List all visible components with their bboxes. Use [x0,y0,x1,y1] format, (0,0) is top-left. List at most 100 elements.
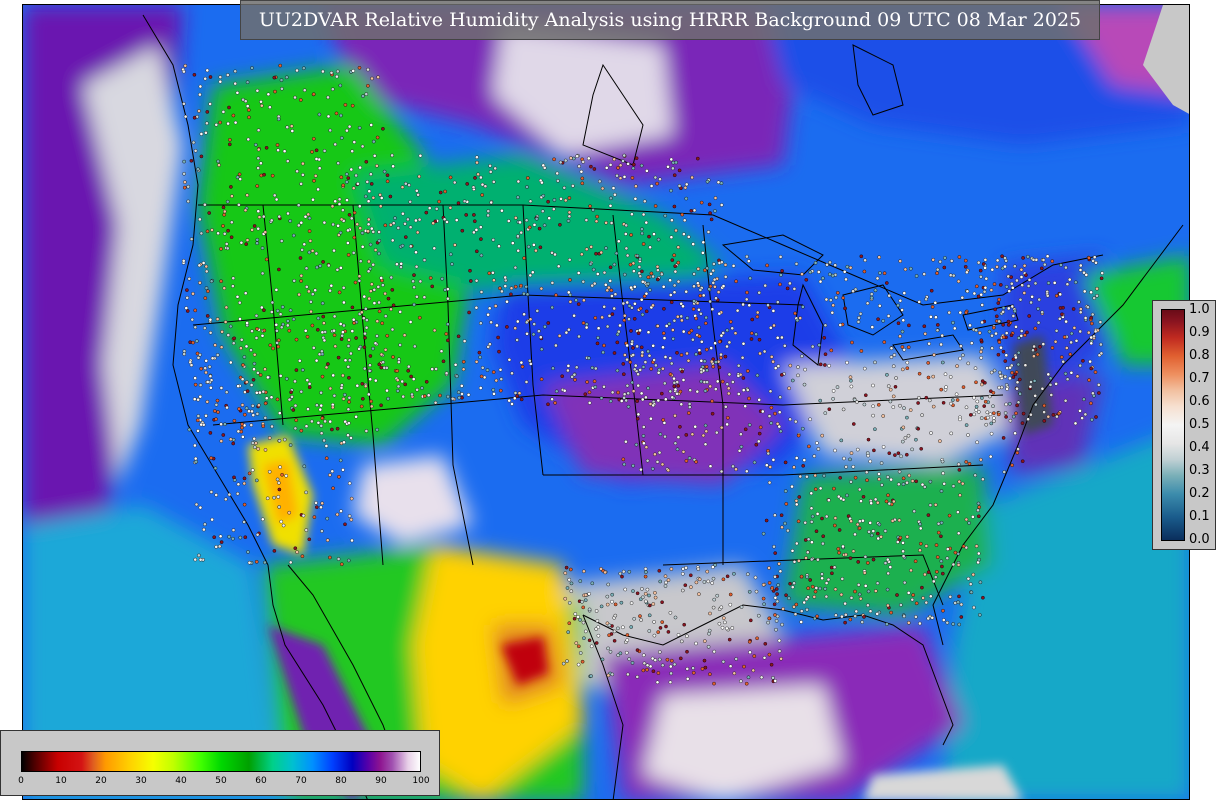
observation-station-marker [263,416,268,420]
observation-station-marker [557,334,562,338]
observation-station-marker [685,351,689,356]
observation-station-marker [743,427,748,432]
observation-station-marker [231,528,236,532]
observation-station-marker [978,580,983,585]
observation-station-marker [687,456,692,460]
observation-station-marker [701,433,706,438]
observation-station-marker [838,475,843,480]
observation-station-marker [859,499,863,503]
observation-station-marker [877,477,881,482]
observation-station-marker [621,301,626,306]
observation-station-marker [679,314,684,319]
observation-station-marker [322,149,327,153]
observation-station-marker [639,391,644,396]
observation-station-marker [951,273,956,278]
observation-station-marker [399,265,403,269]
observation-colorbar-gradient [1161,309,1185,541]
observation-station-marker [809,491,814,496]
observation-station-marker [758,351,762,356]
observation-station-marker [687,411,691,415]
observation-station-marker [955,398,960,402]
observation-station-marker [422,258,427,262]
observation-station-marker [817,343,822,347]
observation-station-marker [719,605,724,610]
observation-station-marker [584,218,589,222]
observation-station-marker [805,607,809,612]
observation-station-marker [737,448,742,453]
observation-station-marker [415,294,419,299]
observation-station-marker [1068,352,1073,357]
observation-station-marker [910,447,914,452]
observation-station-marker [882,271,887,276]
observation-station-marker [898,334,902,339]
observation-station-marker [851,464,856,469]
observation-station-marker [812,454,817,458]
observation-station-marker [839,438,844,443]
observation-station-marker [526,244,531,249]
observation-station-marker [1099,351,1104,356]
observation-station-marker [221,433,226,437]
observation-station-marker [627,570,632,574]
observation-station-marker [807,444,811,449]
rh-tick-label: 30 [135,776,147,786]
observation-station-marker [334,111,339,116]
observation-station-marker [666,578,671,582]
observation-station-marker [958,417,962,422]
observation-station-marker [981,262,986,266]
observation-station-marker [546,321,551,325]
observation-station-marker [758,425,763,430]
observation-station-marker [289,124,294,128]
observation-station-marker [243,535,248,540]
observation-station-marker [669,157,674,162]
observation-station-marker [343,358,348,363]
observation-station-marker [870,533,874,538]
observation-station-marker [856,320,861,324]
observation-station-marker [497,349,501,354]
observation-station-marker [488,163,492,168]
observation-station-marker [651,274,655,279]
observation-station-marker [1033,326,1038,331]
observation-station-marker [576,271,581,275]
observation-station-marker [299,273,304,278]
observation-station-marker [713,341,717,346]
observation-station-marker [590,581,595,586]
observation-station-marker [471,185,476,190]
observation-station-marker [725,344,729,349]
observation-station-marker [1014,355,1018,360]
observation-station-marker [1041,258,1046,262]
observation-station-marker [926,570,931,575]
observation-station-marker [585,380,589,384]
observation-station-marker [768,389,773,394]
observation-station-marker [888,565,893,569]
observation-station-marker [578,651,583,655]
observation-station-marker [355,383,360,388]
observation-station-marker [838,323,843,327]
observation-station-marker [992,411,996,416]
observation-station-marker [721,659,726,664]
observation-station-marker [644,220,649,225]
observation-station-marker [790,549,795,553]
observation-station-marker [777,638,782,643]
observation-station-marker [741,302,745,307]
observation-station-marker [252,445,257,450]
observation-station-marker [341,468,345,472]
observation-station-marker [885,372,889,377]
observation-station-marker [328,386,333,391]
observation-station-marker [263,448,268,452]
observation-station-marker [657,657,662,662]
observation-station-marker [464,213,469,217]
observation-station-marker [640,269,644,274]
observation-station-marker [1025,330,1029,335]
observation-station-marker [1020,459,1025,464]
observation-station-marker [532,223,537,227]
observation-station-marker [716,290,721,294]
observation-station-marker [745,254,749,259]
observation-station-marker [1062,335,1067,339]
observation-station-marker [931,374,936,379]
observation-station-marker [595,341,600,346]
observation-station-marker [399,261,404,266]
observation-station-marker [406,217,410,222]
observation-station-marker [794,262,799,266]
observation-station-marker [347,338,351,342]
observation-station-marker [983,266,987,270]
